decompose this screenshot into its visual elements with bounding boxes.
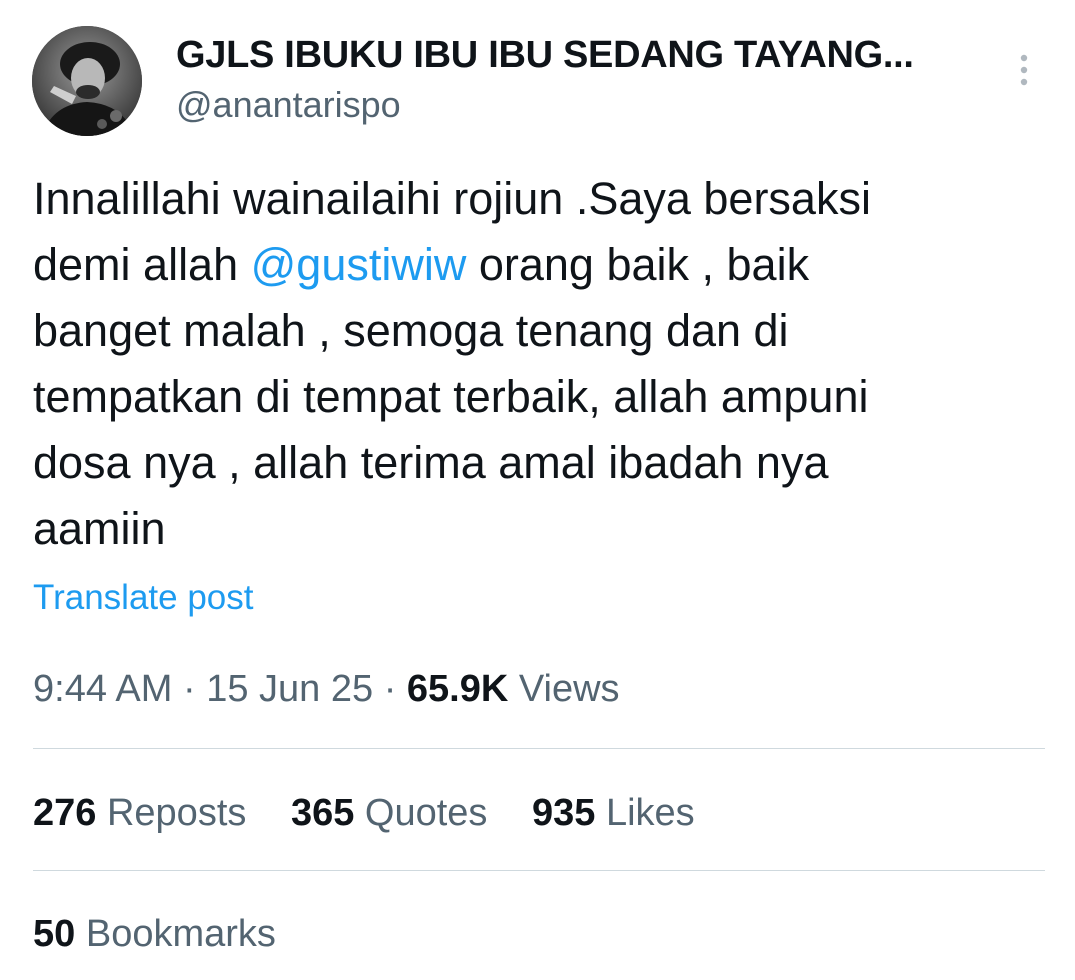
divider [33, 748, 1045, 749]
tweet-line: dosa nya , allah terima amal ibadah nya [33, 430, 1043, 496]
avatar-image [32, 26, 142, 136]
author-display-name[interactable]: GJLS IBUKU IBU IBU SEDANG TAYANG... [176, 34, 914, 77]
bookmarks-label: Bookmarks [85, 913, 276, 955]
tweet-text: Innalillahi wainailaihi rojiun .Saya ber… [33, 166, 1043, 562]
reposts-stat[interactable]: 276 Reposts [33, 792, 246, 835]
reposts-count: 276 [33, 792, 97, 834]
tweet-text-segment: dosa nya , allah terima amal ibadah nya [33, 437, 829, 488]
quotes-label: Quotes [364, 792, 488, 834]
tweet-line: demi allah @gustiwiw orang baik , baik [33, 232, 1043, 298]
more-vertical-icon[interactable] [1011, 50, 1037, 90]
tweet-meta: 9:44 AM · 15 Jun 25 · 65.9K Views [33, 668, 620, 711]
tweet-line: tempatkan di tempat terbaik, allah ampun… [33, 364, 1043, 430]
engagement-stats: 276 Reposts 365 Quotes 935 Likes [33, 792, 729, 835]
translate-post-link[interactable]: Translate post [33, 578, 253, 618]
tweet-text-segment: demi allah [33, 239, 251, 290]
tweet-text-segment: orang baik , baik [466, 239, 810, 290]
avatar[interactable] [32, 26, 142, 136]
tweet-line: banget malah , semoga tenang dan di [33, 298, 1043, 364]
tweet-text-segment: Innalillahi wainailaihi rojiun .Saya ber… [33, 173, 871, 224]
likes-count: 935 [532, 792, 596, 834]
divider [33, 870, 1045, 871]
tweet-text-segment: aamiin [33, 503, 166, 554]
tweet-line: Innalillahi wainailaihi rojiun .Saya ber… [33, 166, 1043, 232]
likes-label: Likes [605, 792, 695, 834]
views-count: 65.9K [406, 668, 509, 710]
quotes-stat[interactable]: 365 Quotes [291, 792, 488, 835]
author-handle[interactable]: @anantarispo [176, 84, 401, 126]
bookmarks-stat[interactable]: 50 Bookmarks [33, 913, 276, 956]
bookmarks-count: 50 [33, 913, 76, 955]
reposts-label: Reposts [106, 792, 247, 834]
mention-link[interactable]: @gustiwiw [251, 239, 467, 290]
meta-separator: · [182, 668, 196, 710]
tweet-text-segment: banget malah , semoga tenang dan di [33, 305, 789, 356]
meta-separator: · [383, 668, 397, 710]
tweet-date[interactable]: 15 Jun 25 [206, 668, 373, 710]
views-label: Views [518, 668, 620, 710]
quotes-count: 365 [290, 792, 355, 834]
tweet-line: aamiin [33, 496, 1043, 562]
tweet-text-segment: tempatkan di tempat terbaik, allah ampun… [33, 371, 869, 422]
likes-stat[interactable]: 935 Likes [532, 792, 695, 835]
tweet-time[interactable]: 9:44 AM [33, 668, 172, 710]
